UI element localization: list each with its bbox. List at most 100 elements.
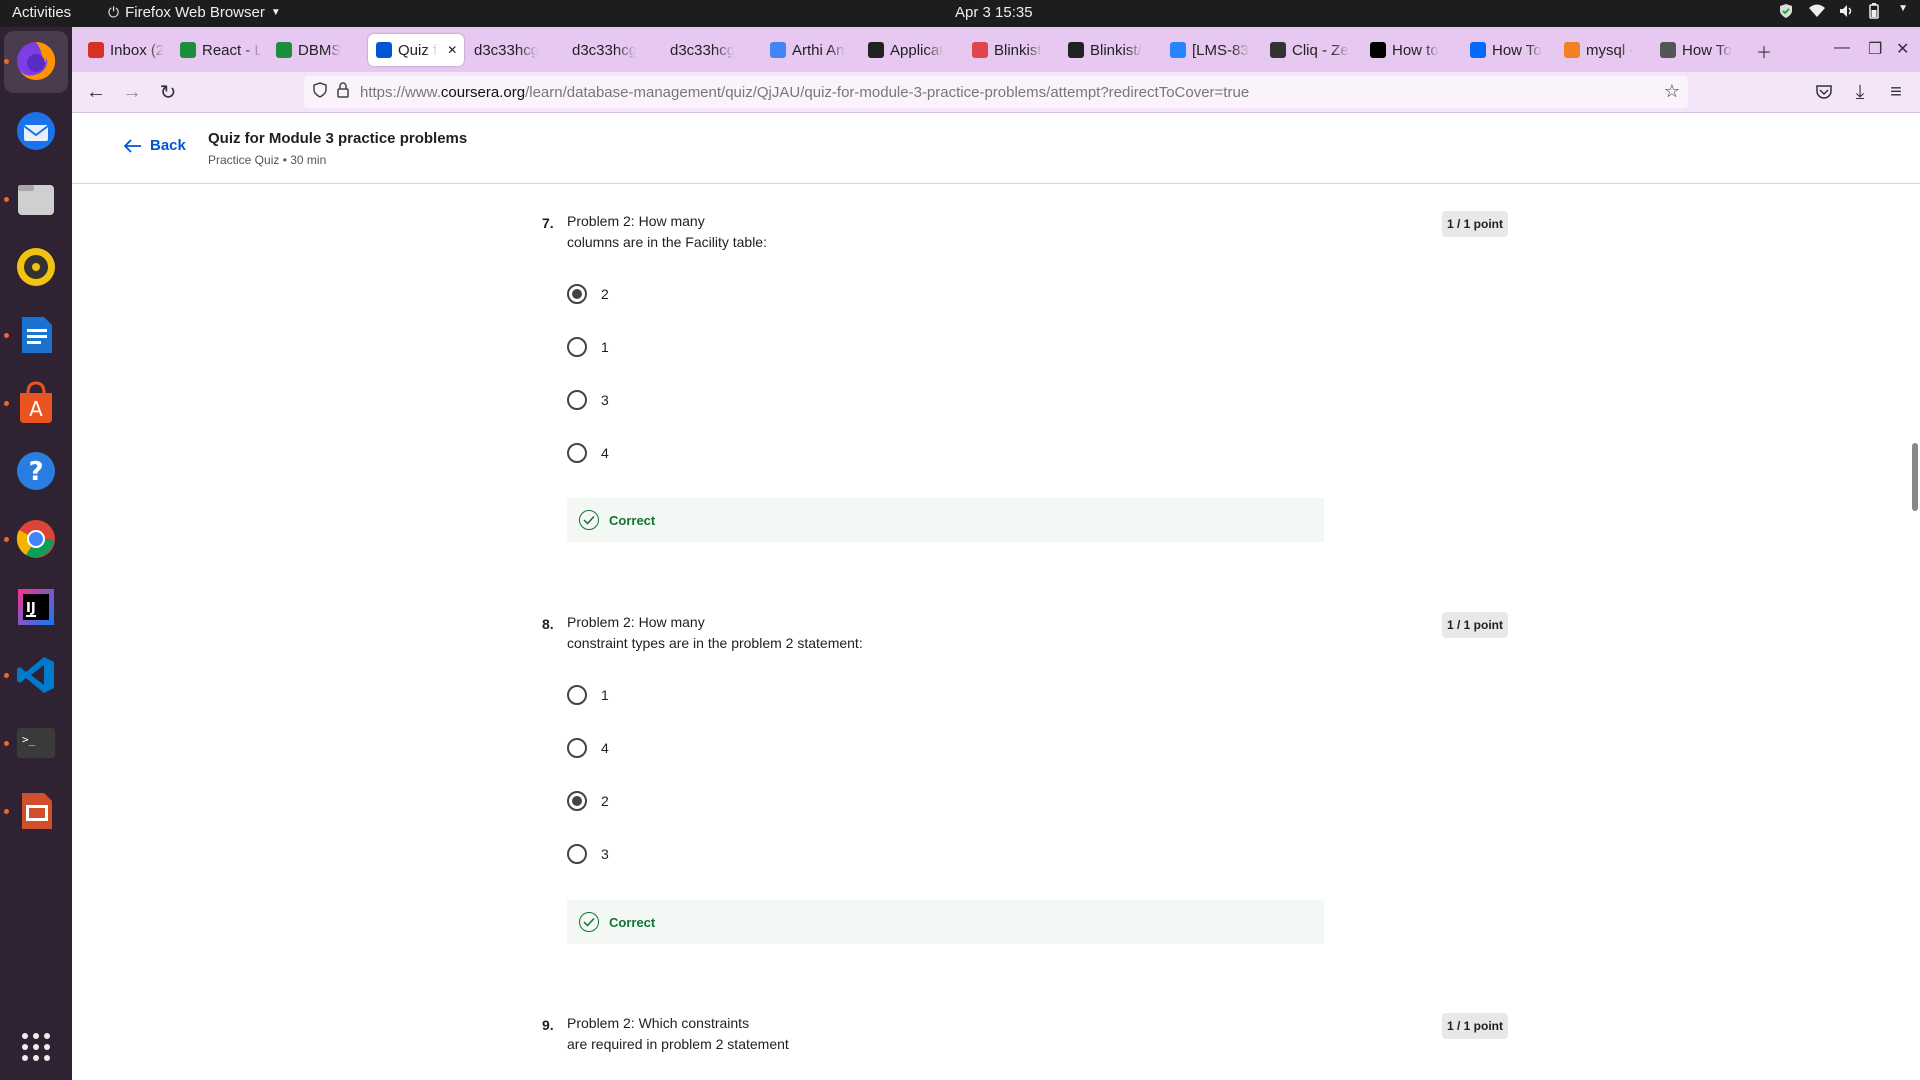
- arrow-left-icon: [124, 138, 141, 153]
- forward-arrow-icon[interactable]: →: [120, 80, 144, 104]
- scrollbar-thumb[interactable]: [1912, 443, 1918, 511]
- downloads-icon[interactable]: ⤓: [1848, 80, 1872, 104]
- new-tab-plus-icon[interactable]: ＋: [1756, 39, 1772, 63]
- option-label: 1: [601, 339, 609, 355]
- classroom-icon: [180, 42, 196, 58]
- app-center-dock-icon[interactable]: A: [12, 379, 60, 427]
- vscode-dock-icon[interactable]: [12, 651, 60, 699]
- firefox-dock-icon[interactable]: [12, 37, 60, 85]
- points-badge: 1 / 1 point: [1442, 1013, 1509, 1039]
- intellij-dock-icon[interactable]: IJ: [12, 583, 60, 631]
- pocket-icon[interactable]: [1812, 80, 1836, 104]
- close-window-icon[interactable]: ✕: [1896, 39, 1909, 59]
- tab-6[interactable]: d3c33hcgiw: [662, 34, 752, 66]
- tab-label: [LMS-83: [1192, 41, 1249, 59]
- tab-10[interactable]: Blinkist/: [1060, 34, 1150, 66]
- openai-icon: [868, 42, 884, 58]
- tab-4[interactable]: d3c33hcgiw: [466, 34, 556, 66]
- tab-16[interactable]: How To: [1652, 34, 1742, 66]
- tab-7[interactable]: Arthi An: [762, 34, 852, 66]
- tab-label: Blinkist: [994, 41, 1042, 59]
- tab-2[interactable]: DBMS: [268, 34, 358, 66]
- tab-12[interactable]: Cliq - Ze: [1262, 34, 1352, 66]
- option-2[interactable]: 3: [567, 390, 609, 410]
- help-dock-icon[interactable]: ?: [12, 447, 60, 495]
- jira-icon: [1170, 42, 1186, 58]
- quiz-header: Back Quiz for Module 3 practice problems…: [72, 113, 1920, 184]
- terminal-dock-icon[interactable]: >_: [12, 719, 60, 767]
- impress-dock-icon[interactable]: [12, 787, 60, 835]
- writer-dock-icon[interactable]: [12, 311, 60, 359]
- tab-14[interactable]: How To: [1462, 34, 1552, 66]
- running-indicator: [4, 59, 9, 64]
- clock[interactable]: Apr 3 15:35: [955, 4, 1033, 21]
- question-number: 7.: [542, 215, 554, 231]
- back-button[interactable]: Back: [124, 137, 186, 154]
- close-tab-icon[interactable]: ✕: [447, 43, 457, 57]
- chrome-dock-icon[interactable]: [12, 515, 60, 563]
- option-0[interactable]: 2: [567, 284, 609, 304]
- lock-icon[interactable]: [336, 82, 350, 102]
- option-0[interactable]: 1: [567, 685, 609, 705]
- tab-label: d3c33hcgiw: [474, 41, 538, 59]
- tab-5[interactable]: d3c33hcgiw: [564, 34, 654, 66]
- option-3[interactable]: 3: [567, 844, 609, 864]
- files-dock-icon[interactable]: [12, 175, 60, 223]
- option-1[interactable]: 1: [567, 337, 609, 357]
- dev-icon: [1370, 42, 1386, 58]
- radio-button[interactable]: [567, 791, 587, 811]
- tab-label: Quiz f: [398, 41, 438, 59]
- option-2[interactable]: 2: [567, 791, 609, 811]
- radio-button[interactable]: [567, 844, 587, 864]
- tab-15[interactable]: mysql -: [1556, 34, 1646, 66]
- tab-9[interactable]: Blinkist: [964, 34, 1054, 66]
- back-arrow-icon[interactable]: ←: [84, 80, 108, 104]
- show-apps-grid-icon[interactable]: [12, 1023, 60, 1071]
- radio-button[interactable]: [567, 284, 587, 304]
- reload-icon[interactable]: ↻: [156, 80, 180, 104]
- hamburger-menu-icon[interactable]: ≡: [1884, 80, 1908, 104]
- tab-8[interactable]: Applicat: [860, 34, 950, 66]
- radio-button[interactable]: [567, 390, 587, 410]
- tab-label: d3c33hcgiw: [670, 41, 734, 59]
- feedback-correct: Correct: [567, 900, 1324, 944]
- tab-label: Cliq - Ze: [1292, 41, 1349, 59]
- tab-label: Applicat: [890, 41, 944, 59]
- running-indicator: [4, 741, 9, 746]
- points-badge: 1 / 1 point: [1442, 612, 1509, 638]
- restore-icon[interactable]: ❐: [1868, 39, 1882, 59]
- option-label: 2: [601, 286, 609, 302]
- tab-0[interactable]: Inbox (2: [80, 34, 170, 66]
- svg-text:A: A: [29, 397, 43, 421]
- tab-11[interactable]: [LMS-83: [1162, 34, 1252, 66]
- tab-label: Blinkist/: [1090, 41, 1142, 59]
- tab-label: DBMS: [298, 41, 342, 59]
- running-indicator: [4, 673, 9, 678]
- radio-button[interactable]: [567, 337, 587, 357]
- tab-3[interactable]: Quiz f ✕: [368, 34, 464, 66]
- activities-button[interactable]: Activities: [12, 4, 71, 21]
- option-3[interactable]: 4: [567, 443, 609, 463]
- tab-13[interactable]: How to: [1362, 34, 1452, 66]
- minimize-icon[interactable]: —: [1834, 39, 1850, 57]
- rhythmbox-dock-icon[interactable]: [12, 243, 60, 291]
- svg-text:IJ: IJ: [26, 601, 36, 616]
- tab-1[interactable]: React - L: [172, 34, 262, 66]
- app-menu[interactable]: ⏻ Firefox Web Browser ▼: [108, 4, 281, 21]
- question-8: 8. Problem 2: How many constraint types …: [542, 612, 1542, 972]
- radio-button[interactable]: [567, 738, 587, 758]
- firefox-power-icon: ⏻: [108, 4, 120, 20]
- tracking-shield-icon[interactable]: [312, 82, 328, 102]
- system-tray[interactable]: ▼: [1778, 3, 1908, 19]
- question-number: 9.: [542, 1017, 554, 1033]
- option-1[interactable]: 4: [567, 738, 609, 758]
- running-indicator: [4, 401, 9, 406]
- url-bar[interactable]: https://www.coursera.org/learn/database-…: [304, 76, 1688, 108]
- radio-button[interactable]: [567, 685, 587, 705]
- option-label: 3: [601, 392, 609, 408]
- radio-button[interactable]: [567, 443, 587, 463]
- digitalocean-icon: [1470, 42, 1486, 58]
- check-circle-icon: [579, 510, 599, 530]
- bookmark-star-icon[interactable]: ☆: [1664, 81, 1680, 102]
- thunderbird-dock-icon[interactable]: [12, 107, 60, 155]
